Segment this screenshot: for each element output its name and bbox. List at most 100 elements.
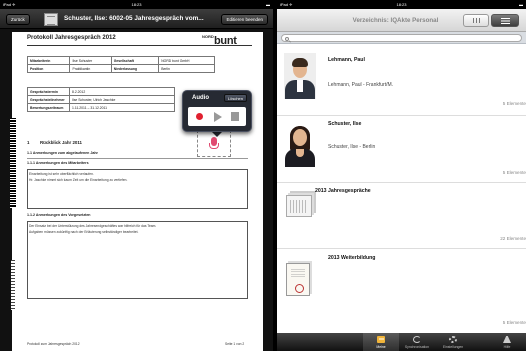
list-item-count: 22 Elemente <box>500 236 526 241</box>
tab-label: Synchronisation <box>404 345 430 349</box>
list-item-name: 2013 Jahresgespräche <box>315 188 371 194</box>
table-cell: Ilse Schuster, Ulrich Jaschke <box>69 95 175 104</box>
list-item[interactable]: 2013 Jahresgespräche 22 Elemente <box>277 183 526 249</box>
tab-help[interactable]: Hilfe <box>489 333 525 351</box>
record-icon[interactable] <box>196 113 203 120</box>
comment-text: Hr. Jaschke nimmt sich kaum Zeit um die … <box>29 178 128 182</box>
directory-app: iPad ✈︎ 18:23 ▬ Verzeichnis: IQAkte Pers… <box>277 0 526 351</box>
clear-audio-button[interactable]: Löschen <box>223 94 247 102</box>
battery-icon: ▬ <box>266 2 270 7</box>
table-cell: Gesprächsteilnehmer <box>27 95 70 104</box>
page-number: Seite 1 von 2 <box>225 342 245 346</box>
battery-icon: ▬ <box>519 2 523 7</box>
directory-navbar: Verzeichnis: IQAkte Personal <box>277 9 526 32</box>
tab-label: Hilfe <box>503 345 511 349</box>
person-photo <box>284 53 316 99</box>
table-cell: Position <box>26 64 71 73</box>
document-navbar: Zurück Schuster, Ilse: 6002-05 Jahresges… <box>0 9 273 29</box>
clock-label: 18:23 <box>396 2 407 7</box>
search-icon <box>285 36 289 41</box>
tab-mine[interactable]: Meine <box>363 333 399 351</box>
document-title: Schuster, Ilse: 6002-05 Jahresgespräch v… <box>64 15 204 22</box>
page-footer: Protokoll zum Jahresgespräch 2012 <box>27 342 80 346</box>
table-cell: Gesellschaft <box>110 56 160 65</box>
comment-text: Einarbeitung ist sehr oberflächlich verl… <box>29 172 94 176</box>
table-cell: 8.2.2012 <box>69 87 175 96</box>
employee-info-table: Mitarbeiterin Ilse Schuster Gesellschaft… <box>26 56 215 73</box>
table-cell: Berlin <box>158 64 215 73</box>
search-bar <box>277 32 526 44</box>
folder-icon <box>377 336 385 343</box>
tab-sync[interactable]: Synchronisation <box>399 333 435 351</box>
subsection-title: 1.1.1 Anmerkungen des Mitarbeiters <box>27 161 89 165</box>
subsection-title: 1.1 Anmerkungen zum abgelaufenen Jahr <box>27 151 98 155</box>
list-view-button[interactable] <box>491 14 519 27</box>
back-button[interactable]: Zurück <box>6 14 30 25</box>
audio-popover: Audio Löschen <box>182 90 252 132</box>
list-item[interactable]: Schuster, Ilse Schuster, Ilse - Berlin 5… <box>277 116 526 183</box>
table-cell: 1.11.2011 – 31.12.2011 <box>69 103 175 112</box>
status-bar: iPad ✈︎ 18:23 ▬ <box>0 0 273 9</box>
tab-bar: Meine Synchronisation Einstellungen Hilf… <box>277 333 526 351</box>
document-thumbnail-icon[interactable] <box>44 13 58 26</box>
clock-label: 18:23 <box>131 2 142 7</box>
list-item-name: 2013 Weiterbildung <box>328 255 376 261</box>
table-cell: Ilse Schuster <box>69 56 112 65</box>
company-logo-prefix: NORD <box>202 34 214 39</box>
person-silhouette <box>285 80 315 99</box>
list-item-count: 5 Elemente <box>502 320 526 325</box>
tab-label: Einstellungen <box>442 345 464 349</box>
search-input[interactable] <box>281 34 522 42</box>
table-cell: Bewertungszeitraum <box>27 103 70 112</box>
person-photo <box>284 121 316 167</box>
play-icon[interactable] <box>214 112 222 122</box>
table-row: Position Praktikantin Niederlassung Berl… <box>26 64 215 73</box>
table-row: Bewertungszeitraum 1.11.2011 – 31.12.201… <box>27 103 175 112</box>
comment-text: Der Einsatz bei der Unterstützung des Ja… <box>29 224 157 228</box>
section-title: Rückblick Jahr 2011 <box>40 140 82 145</box>
certificate-icon <box>286 263 310 296</box>
table-row: Gesprächsteilnehmer Ilse Schuster, Ulric… <box>27 95 175 104</box>
finish-editing-button[interactable]: Editieren beenden <box>221 14 268 25</box>
table-cell: Gesprächstermin <box>27 87 70 96</box>
status-bar: iPad ✈︎ 18:23 ▬ <box>277 0 526 9</box>
table-row: Mitarbeiterin Ilse Schuster Gesellschaft… <box>26 56 215 65</box>
person-silhouette <box>285 149 315 167</box>
audio-popover-title: Audio <box>192 95 209 101</box>
section-number: 1 <box>27 140 30 145</box>
list-item[interactable]: Lehmann, Paul Lehmann, Paul - Frankfurt/… <box>277 45 526 116</box>
person-hair <box>292 58 308 67</box>
list-item[interactable]: 2013 Weiterbildung 5 Elemente <box>277 249 526 333</box>
tab-settings[interactable]: Einstellungen <box>435 333 471 351</box>
list-item-subtitle: Lehmann, Paul - Frankfurt/M. <box>328 82 394 88</box>
list-item-name: Lehmann, Paul <box>328 57 365 63</box>
document-id-strip <box>11 260 15 310</box>
meeting-info-table: Gesprächstermin 8.2.2012 Gesprächsteilne… <box>27 87 175 112</box>
stop-icon[interactable] <box>231 112 239 121</box>
audio-controls <box>188 107 246 126</box>
document-viewer-app: iPad ✈︎ 18:23 ▬ Zurück Schuster, Ilse: 6… <box>0 0 273 351</box>
list-item-subtitle: Schuster, Ilse - Berlin <box>328 144 376 150</box>
help-icon <box>503 336 511 343</box>
tab-label: Meine <box>376 345 386 349</box>
folder-stack-icon <box>286 195 312 217</box>
divider <box>27 158 248 159</box>
comment-text: Aufgaben müssen zukünftig nach der Erläu… <box>29 230 139 234</box>
subsection-title: 1.1.2 Anmerkungen des Vorgesetzten <box>27 213 91 217</box>
directory-title: Verzeichnis: IQAkte Personal <box>352 17 439 24</box>
person-face <box>293 129 307 146</box>
list-item-count: 5 Elemente <box>502 101 526 106</box>
barcode-icon <box>10 118 16 208</box>
document-heading: Protokoll Jahresgespräch 2012 <box>27 35 116 41</box>
table-cell: Praktikantin <box>69 64 112 73</box>
heading-divider <box>27 45 252 46</box>
table-cell: Niederlassung <box>110 64 160 73</box>
microphone-icon[interactable] <box>209 137 219 149</box>
table-row: Gesprächstermin 8.2.2012 <box>27 87 175 96</box>
sync-icon <box>413 336 421 343</box>
settings-icon <box>449 336 457 343</box>
document-page[interactable]: Protokoll Jahresgespräch 2012 NORD bunt … <box>12 32 263 351</box>
grid-view-button[interactable] <box>463 14 489 27</box>
list-item-name: Schuster, Ilse <box>328 121 362 127</box>
list-item-count: 5 Elemente <box>502 170 526 175</box>
